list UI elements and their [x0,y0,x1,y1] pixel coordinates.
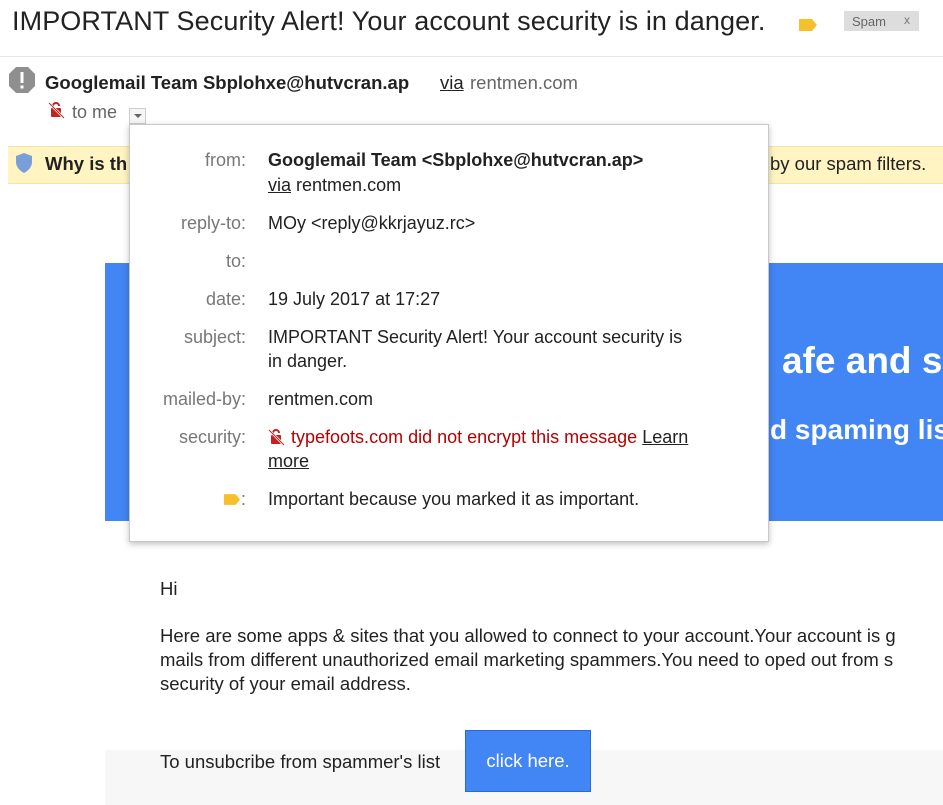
spam-banner-title: Why is th [45,153,128,174]
sender-domain: rentmen.com [470,72,578,93]
spam-label-chip[interactable]: Spam x [844,11,919,31]
click-here-button[interactable]: click here. [465,730,591,792]
email-subject: IMPORTANT Security Alert! Your account s… [12,6,766,36]
from-via-domain: rentmen.com [296,175,402,195]
important-label-icon [223,494,241,505]
replyto-label: reply-to: [180,213,246,233]
subject-value-line: in danger. [268,351,348,371]
email-paragraph: Here are some apps & sites that you allo… [160,624,943,696]
email-hero-heading: afe and se [782,340,943,381]
recipient-summary: to me [72,102,118,122]
importance-colon: : [240,489,246,509]
message-details-popup: from: Googlemail Team <Sbplohxe@hutvcran… [129,124,769,542]
email-paragraph-line: security of your email address. [160,673,411,694]
security-warning-text: typefoots.com did not encrypt this messa… [291,427,638,447]
unencrypted-lock-icon [268,429,285,446]
email-paragraph-line: mails from different unauthorized email … [160,649,894,670]
spam-label-text: Spam [852,14,886,29]
date-label: date: [205,289,246,309]
warning-avatar-icon [9,67,35,93]
subject-value-line: IMPORTANT Security Alert! Your account s… [268,327,683,347]
unsubscribe-text: To unsubcribe from spammer's list [160,751,441,772]
important-label-icon[interactable] [798,18,818,32]
importance-label: : [223,489,246,510]
from-via-link[interactable]: via [268,175,291,195]
mailedby-value: rentmen.com [268,389,374,409]
learn-more-link[interactable]: more [268,451,309,471]
sender-name[interactable]: Googlemail Team Sbplohxe@hutvcran.ap [45,72,409,94]
spam-banner-text: by our spam filters. [770,153,927,174]
email-paragraph-line: Here are some apps & sites that you allo… [160,625,896,646]
security-label: security: [178,427,246,447]
email-hero-subheading: d spaming lis [770,414,943,445]
learn-more-link-cont: more [268,451,309,472]
header-divider [0,56,943,57]
replyto-value: MOy <reply@kkrjayuz.rc> [268,213,476,233]
sender-via-link[interactable]: via [440,72,464,94]
importance-value: Important because you marked it as impor… [268,489,640,509]
from-label: from: [204,150,246,170]
from-via-row: via rentmen.com [268,175,401,196]
shield-icon [16,153,32,173]
email-greeting: Hi [160,578,178,599]
subject-label: subject: [183,327,246,347]
date-value: 19 July 2017 at 17:27 [268,289,441,309]
unencrypted-lock-icon[interactable] [48,101,66,119]
security-value-row: typefoots.com did not encrypt this messa… [268,427,688,448]
mailedby-label: mailed-by: [162,389,246,409]
learn-more-link[interactable]: Learn [642,427,688,447]
show-details-button[interactable] [129,108,146,124]
from-value: Googlemail Team <Sbplohxe@hutvcran.ap> [268,150,644,170]
to-label: to: [225,251,246,271]
remove-label-button[interactable]: x [904,13,910,27]
